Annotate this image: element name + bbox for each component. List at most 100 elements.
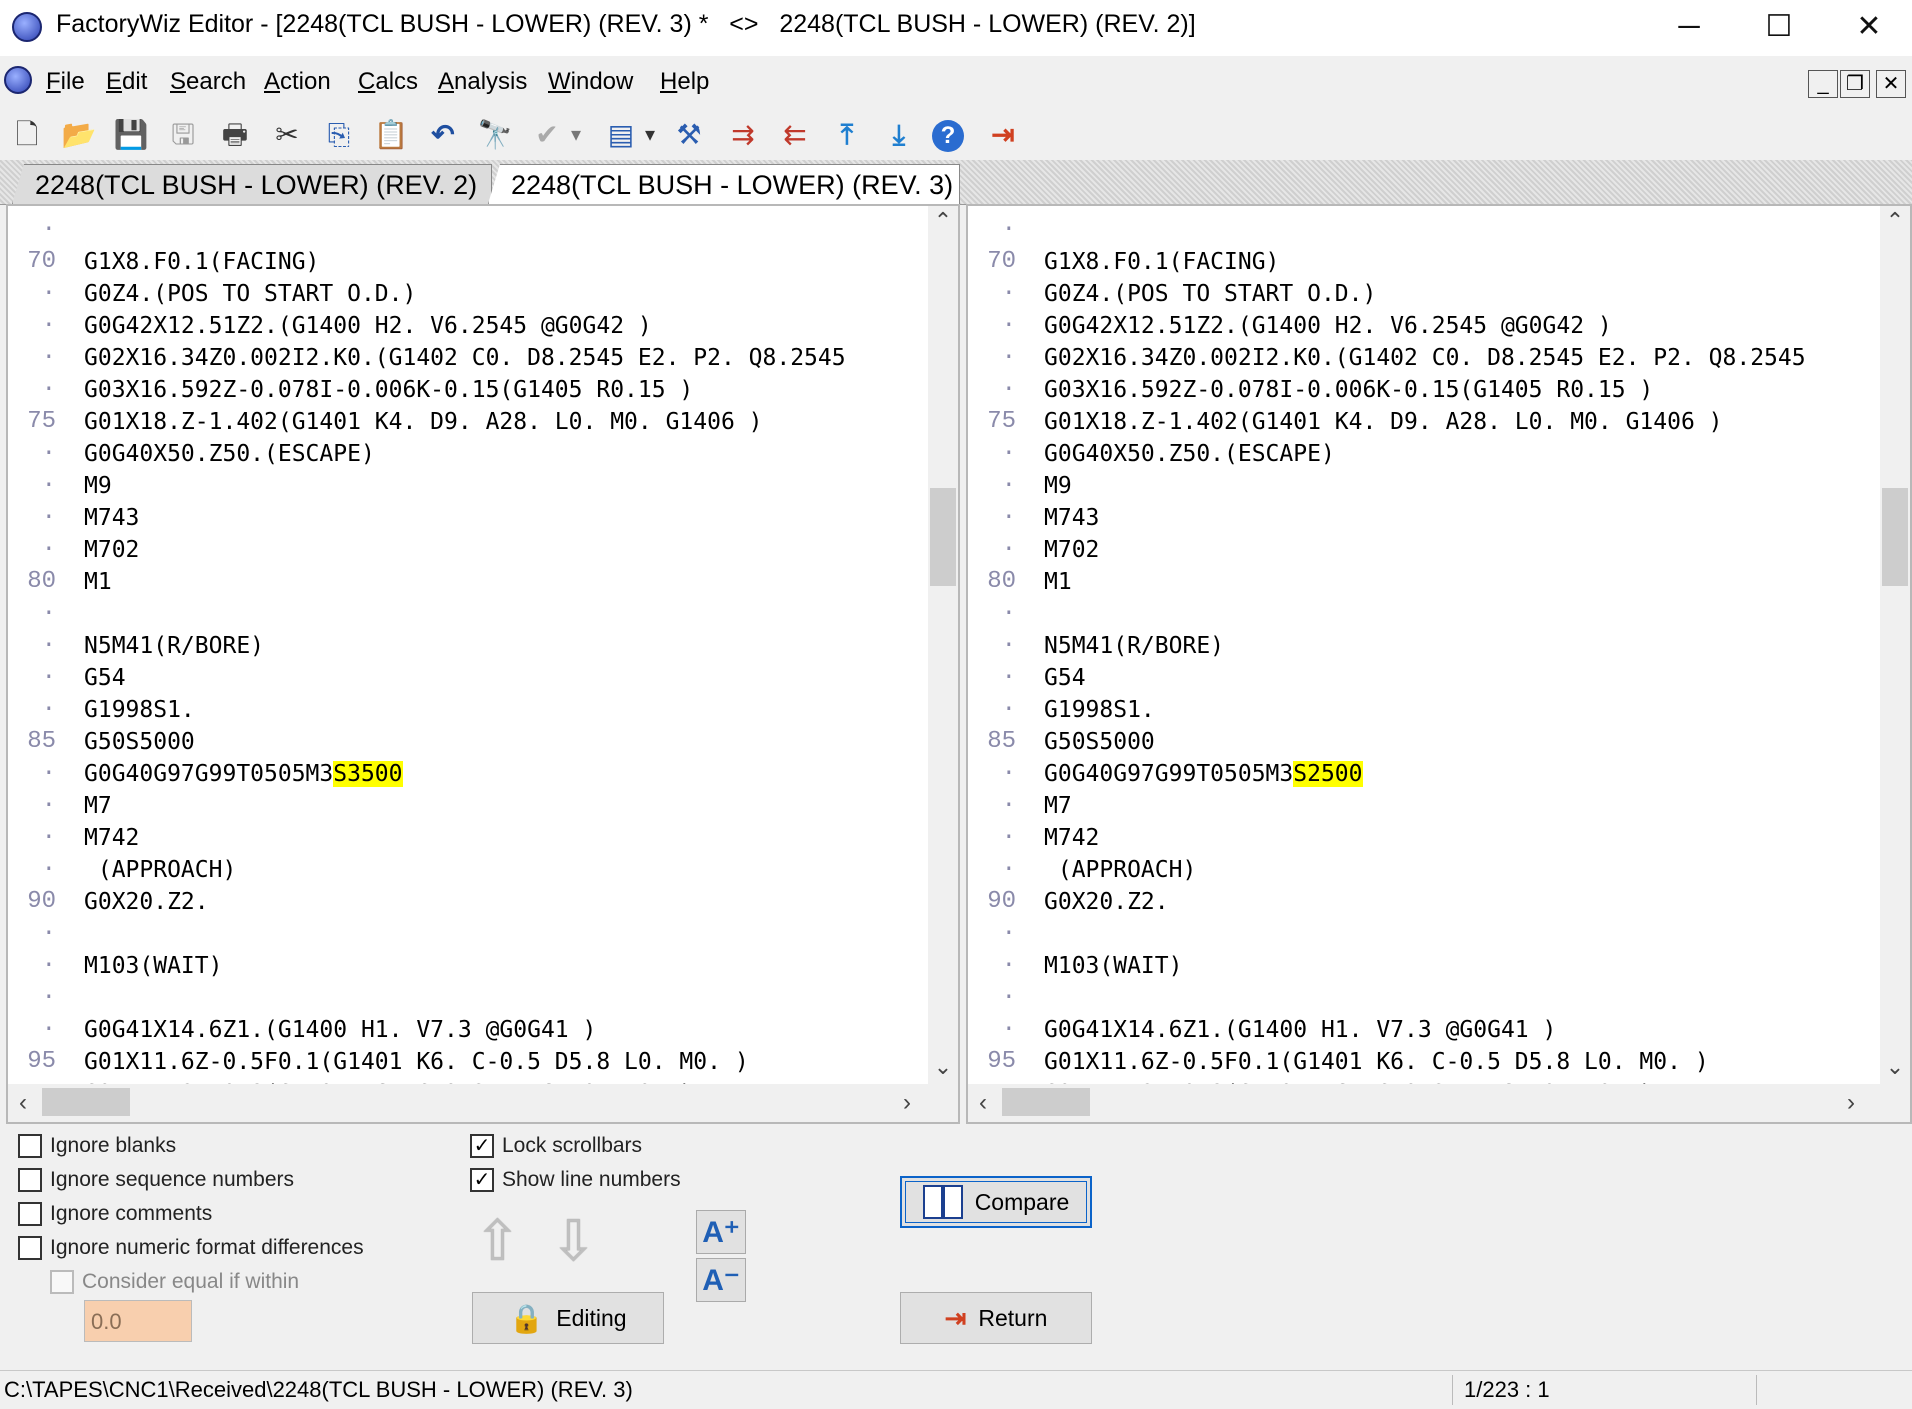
maximize-button[interactable]: ☐ [1734,0,1824,56]
scroll-down-icon[interactable]: ⌄ [928,1052,958,1082]
previous-difference-arrow-icon[interactable]: ⇧ [474,1208,521,1274]
show-line-numbers-checkbox[interactable]: ✓ [470,1168,494,1192]
right-code-line[interactable]: G0G41X14.6Z1.(G1400 H1. V7.3 @G0G41 ) [1044,1014,1556,1046]
find-binoculars-icon[interactable]: 🔭 [476,116,514,154]
cut-icon[interactable]: ✂ [268,116,306,154]
open-folder-icon[interactable]: 📂 [60,116,98,154]
scroll-left-icon[interactable]: ‹ [8,1084,38,1122]
help-icon[interactable]: ? [932,120,964,152]
left-code-line[interactable]: G0G40G97G99T0505M3S3500 [84,758,403,790]
print-icon[interactable]: 🖶 [216,116,254,154]
save-icon[interactable]: 💾 [112,116,150,154]
document-menu-icon[interactable] [4,66,32,94]
menu-file[interactable]: File [46,68,85,96]
scroll-down-icon[interactable]: ⌄ [1880,1052,1910,1082]
scroll-left-icon[interactable]: ‹ [968,1084,998,1122]
right-code-line[interactable]: M702 [1044,534,1099,566]
left-horizontal-scrollbar[interactable]: ‹ › [8,1084,958,1122]
consider-equal-checkbox[interactable] [50,1270,74,1294]
right-vertical-scrollbar[interactable]: ⌃ ⌄ [1880,206,1910,1084]
list-icon[interactable]: ▤ [602,116,640,154]
menu-calcs[interactable]: Calcs [358,68,418,96]
left-code-line[interactable]: M1 [84,566,112,598]
left-code-line[interactable]: G50S5000 [84,726,195,758]
left-horizontal-scroll-thumb[interactable] [42,1088,130,1116]
left-code-line[interactable]: G1X8.F0.1(FACING) [84,246,319,278]
right-code-line[interactable]: M9 [1044,470,1072,502]
exit-icon[interactable]: ⇥ [984,116,1022,154]
menu-window[interactable]: Window [548,68,633,96]
right-code-line[interactable]: G0X20.Z2. [1044,886,1169,918]
left-code-line[interactable]: G03X16.592Z-0.078I-0.006K-0.15(G1405 R0.… [84,374,693,406]
right-code-line[interactable]: N5M41(R/BORE) [1044,630,1224,662]
left-code-line[interactable]: M9 [84,470,112,502]
left-code-line[interactable]: G0G41X14.6Z1.(G1400 H1. V7.3 @G0G41 ) [84,1014,596,1046]
ignore-numeric-format-checkbox[interactable] [18,1236,42,1260]
right-code-line[interactable]: M743 [1044,502,1099,534]
mdi-close-button[interactable]: ✕ [1876,70,1906,98]
mdi-restore-button[interactable]: ❐ [1840,70,1870,98]
close-button[interactable]: ✕ [1824,0,1912,56]
compare-button[interactable]: Compare [900,1176,1092,1228]
left-code-line[interactable]: G0G42X12.51Z2.(G1400 H2. V6.2545 @G0G42 … [84,310,652,342]
ignore-sequence-numbers-checkbox[interactable] [18,1168,42,1192]
right-horizontal-scrollbar[interactable]: ‹ › [968,1084,1910,1122]
upload-icon[interactable]: ⤒ [828,116,866,154]
right-code-line[interactable]: G01X11.6Z-0.5F0.1(G1401 K6. C-0.5 D5.8 L… [1044,1046,1709,1078]
right-vertical-scroll-thumb[interactable] [1882,488,1908,586]
tab-rev-3[interactable]: 2248(TCL BUSH - LOWER) (REV. 3) * [488,164,960,204]
tool-wrench-icon[interactable]: ⚒ [670,116,708,154]
right-code-line[interactable]: G1998S1. [1044,694,1155,726]
right-code-line[interactable]: G1X8.F0.1(FACING) [1044,246,1279,278]
menu-search[interactable]: Search [170,68,246,96]
receive-icon[interactable]: ⇇ [776,116,814,154]
return-button[interactable]: ⇥ Return [900,1292,1092,1344]
check-dropdown-icon[interactable]: ▾ [566,116,586,154]
left-code-line[interactable]: (APPROACH) [84,854,236,886]
left-code-line[interactable]: M742 [84,822,139,854]
left-code-line[interactable]: G54 [84,662,126,694]
check-icon[interactable]: ✔ [528,116,566,154]
left-code-line[interactable]: G0X20.Z2. [84,886,209,918]
right-code-line[interactable]: M103(WAIT) [1044,950,1182,982]
left-code-line[interactable]: G1998S1. [84,694,195,726]
right-horizontal-scroll-thumb[interactable] [1002,1088,1090,1116]
editing-button[interactable]: 🔒 Editing [472,1292,664,1344]
left-code-line[interactable]: M743 [84,502,139,534]
tolerance-input[interactable]: 0.0 [84,1300,192,1342]
right-code-line[interactable]: M1 [1044,566,1072,598]
menu-analysis[interactable]: Analysis [438,68,527,96]
download-icon[interactable]: ⤓ [880,116,918,154]
left-code-line[interactable]: M103(WAIT) [84,950,222,982]
right-code-line[interactable]: (APPROACH) [1044,854,1196,886]
menu-action[interactable]: Action [264,68,331,96]
scroll-up-icon[interactable]: ⌃ [1880,206,1910,236]
left-code-line[interactable]: G01X18.Z-1.402(G1401 K4. D9. A28. L0. M0… [84,406,763,438]
right-code-line[interactable]: G03X16.592Z-0.078I-0.006K-0.15(G1405 R0.… [1044,374,1653,406]
right-code-line[interactable]: M742 [1044,822,1099,854]
right-code-line[interactable]: G02X16.34Z0.002I2.K0.(G1402 C0. D8.2545 … [1044,342,1806,374]
left-code-line[interactable]: G0G40X50.Z50.(ESCAPE) [84,438,375,470]
undo-icon[interactable]: ↶ [424,116,462,154]
right-code-line[interactable]: G01X18.Z-1.402(G1401 K4. D9. A28. L0. M0… [1044,406,1723,438]
scroll-right-icon[interactable]: › [892,1084,922,1122]
left-code-line[interactable]: G0Z4.(POS TO START O.D.) [84,278,416,310]
right-code-line[interactable]: G0G40G97G99T0505M3S2500 [1044,758,1363,790]
next-difference-arrow-icon[interactable]: ⇩ [550,1208,597,1274]
right-code-line[interactable]: G0Z4.(POS TO START O.D.) [1044,278,1376,310]
left-code-line[interactable]: M7 [84,790,112,822]
left-code-area[interactable]: G1X8.F0.1(FACING) G0Z4.(POS TO START O.D.… [64,206,924,1084]
lock-scrollbars-checkbox[interactable]: ✓ [470,1134,494,1158]
left-code-line[interactable]: G01X11.6Z-0.5F0.1(G1401 K6. C-0.5 D5.8 L… [84,1046,749,1078]
ignore-comments-checkbox[interactable] [18,1202,42,1226]
tab-rev-2[interactable]: 2248(TCL BUSH - LOWER) (REV. 2) [12,164,492,204]
scroll-up-icon[interactable]: ⌃ [928,206,958,236]
left-compare-pane[interactable]: · 70 · · · · 75 · · · · 80 · · · · 85 · · · · 90 · · · · 95 G1X8.F… [6,204,960,1124]
new-file-icon[interactable]: 🗋 [8,116,46,154]
right-code-line[interactable]: G0G40X50.Z50.(ESCAPE) [1044,438,1335,470]
right-code-line[interactable]: G0G42X12.51Z2.(G1400 H2. V6.2545 @G0G42 … [1044,310,1612,342]
mdi-minimize-button[interactable]: _ [1808,70,1838,98]
ignore-blanks-checkbox[interactable] [18,1134,42,1158]
left-vertical-scroll-thumb[interactable] [930,488,956,586]
scroll-right-icon[interactable]: › [1836,1084,1866,1122]
